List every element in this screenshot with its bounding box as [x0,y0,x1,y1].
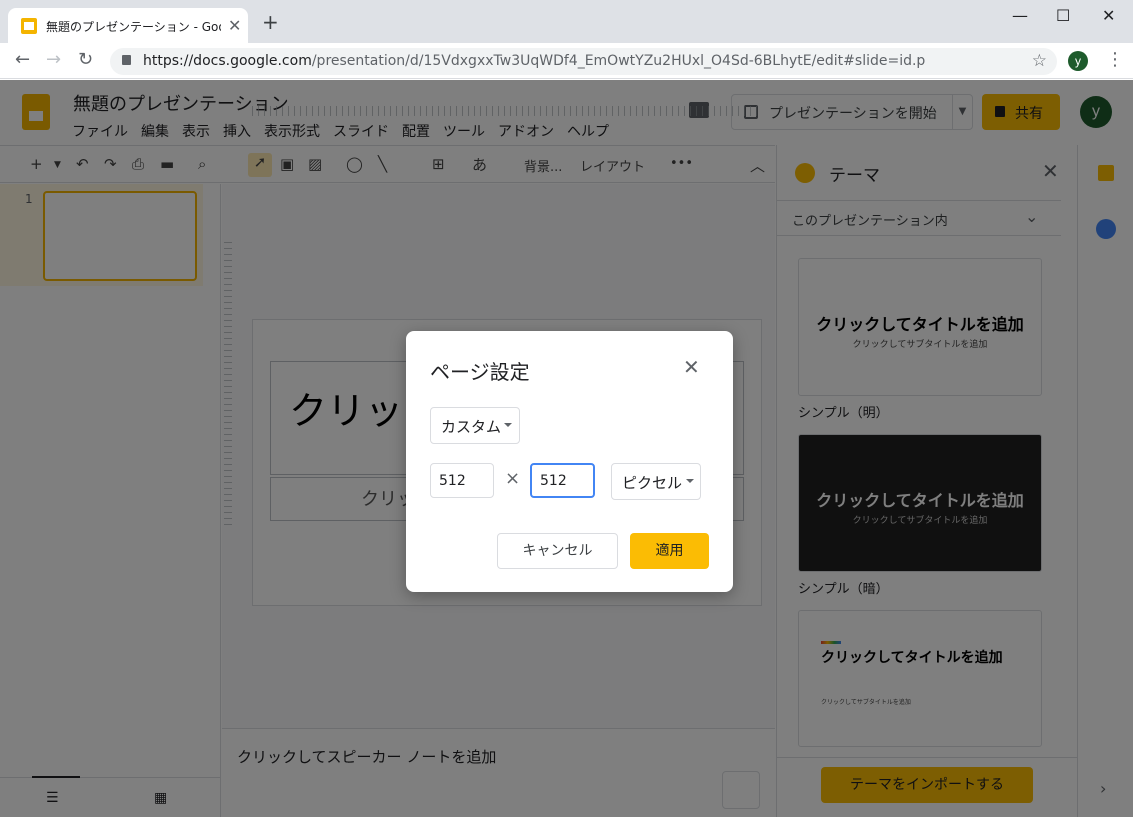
back-icon[interactable]: ← [15,51,30,69]
window-close-button[interactable]: ✕ [1102,6,1115,25]
profile-avatar[interactable]: y [1068,51,1088,71]
lock-icon [122,55,131,65]
minimize-button[interactable]: — [1012,6,1028,25]
url-text: https://docs.google.com/presentation/d/1… [143,53,926,69]
page-size-preset-select[interactable]: カスタム [430,407,520,444]
width-input[interactable] [430,463,494,498]
forward-icon[interactable]: → [46,51,61,69]
page-size-preset-value: カスタム [441,418,502,436]
times-symbol: × [505,468,521,489]
tab-title: 無題のプレゼンテーション - Google ス [46,20,221,34]
slides-favicon-icon [21,18,37,34]
address-bar[interactable]: https://docs.google.com/presentation/d/1… [110,48,1057,75]
bookmark-star-icon[interactable]: ☆ [1032,51,1047,71]
apply-button[interactable]: 適用 [630,533,709,569]
cancel-button[interactable]: キャンセル [497,533,618,569]
browser-tab[interactable]: 無題のプレゼンテーション - Google ス ✕ [8,8,248,43]
reload-icon[interactable]: ↻ [78,51,93,69]
new-tab-button[interactable]: + [262,12,279,32]
unit-select[interactable]: ピクセル [611,463,701,500]
tab-close-icon[interactable]: ✕ [228,16,241,35]
height-input[interactable] [530,463,595,498]
browser-menu-icon[interactable]: ⋮ [1106,51,1124,69]
dropdown-arrow-icon [686,479,694,483]
browser-tab-strip: 無題のプレゼンテーション - Google ス ✕ + — ☐ ✕ [0,0,1133,43]
dialog-title: ページ設定 [430,360,530,384]
page-setup-dialog: ページ設定 ✕ カスタム × ピクセル キャンセル 適用 [406,331,733,592]
maximize-button[interactable]: ☐ [1056,6,1070,25]
dialog-close-icon[interactable]: ✕ [683,355,700,379]
dropdown-arrow-icon [504,423,512,427]
browser-toolbar: ← → ↻ https://docs.google.com/presentati… [0,43,1133,79]
unit-value: ピクセル [622,474,683,492]
